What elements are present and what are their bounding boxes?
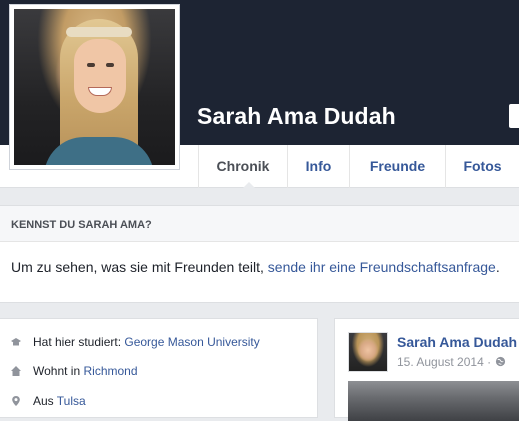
post-image[interactable]: [348, 381, 519, 421]
city-link[interactable]: Richmond: [83, 364, 137, 378]
active-tab-indicator: [242, 182, 256, 189]
profile-photo-image: [14, 9, 175, 165]
intro-from-prefix: Aus: [33, 394, 57, 408]
friend-box-header: KENNST DU SARAH AMA?: [0, 206, 519, 242]
friend-box-text: Um zu sehen, was sie mit Freunden teilt,…: [11, 259, 500, 275]
timeline-post: Sarah Ama Dudah 15. August 2014 ·: [334, 318, 519, 421]
profile-name[interactable]: Sarah Ama Dudah: [197, 103, 396, 130]
send-friend-request-link[interactable]: sende ihr eine Freundschaftsanfrage: [268, 259, 496, 275]
school-link[interactable]: George Mason University: [124, 335, 259, 349]
hometown-link[interactable]: Tulsa: [57, 394, 86, 408]
post-author-avatar[interactable]: [348, 332, 388, 372]
profile-picture[interactable]: [9, 4, 180, 170]
friend-box-message: Um zu sehen, was sie mit Freunden teilt,: [11, 259, 268, 275]
globe-icon[interactable]: [495, 356, 506, 367]
home-icon: [11, 366, 21, 376]
intro-lives-prefix: Wohnt in: [33, 364, 84, 378]
friend-box-title: KENNST DU SARAH AMA?: [11, 219, 152, 231]
tab-freunde[interactable]: Freunde: [349, 145, 445, 188]
friend-box-suffix: .: [495, 259, 500, 275]
tab-fotos[interactable]: Fotos: [445, 145, 519, 188]
intro-card: Hat hier studiert: George Mason Universi…: [0, 318, 318, 418]
post-author-name[interactable]: Sarah Ama Dudah: [397, 334, 517, 350]
tab-info[interactable]: Info: [287, 145, 349, 188]
school-icon: [11, 338, 21, 346]
post-date[interactable]: 15. August 2014 ·: [397, 355, 491, 369]
cover-action-button[interactable]: [509, 104, 519, 128]
location-pin-icon: [12, 396, 20, 406]
friend-request-box: KENNST DU SARAH AMA? Um zu sehen, was si…: [0, 205, 519, 303]
intro-school-prefix: Hat hier studiert:: [33, 335, 125, 349]
